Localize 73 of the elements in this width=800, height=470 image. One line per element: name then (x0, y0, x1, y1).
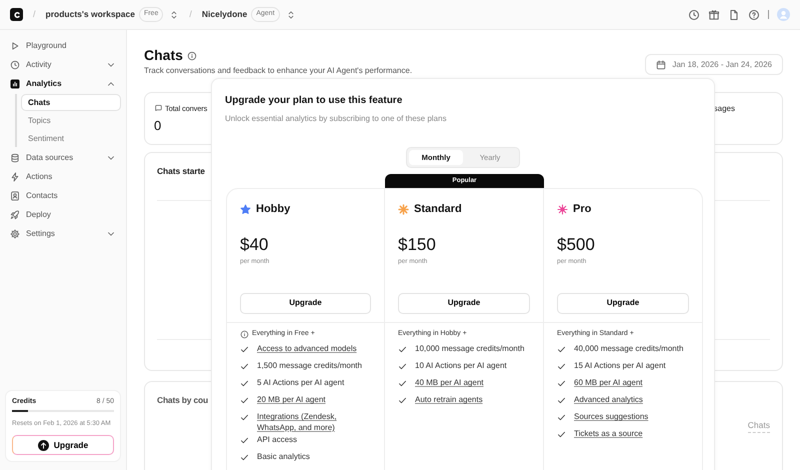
plan-name: Pro (573, 202, 592, 217)
upgrade-button[interactable]: Upgrade (398, 292, 530, 314)
feature-link[interactable]: Sources suggestions (574, 412, 648, 423)
feature-text: 10,000 message credits/month (415, 344, 524, 355)
panel-title: Chats by cou (157, 394, 208, 407)
sidebar-subitem[interactable]: Chats (21, 94, 121, 111)
breadcrumb-separator: / (189, 8, 192, 21)
rocket-icon (10, 210, 20, 220)
upgrade-button[interactable]: Upgrade (557, 292, 689, 314)
stat-value: 0 (154, 117, 162, 136)
sidebar-item[interactable]: Data sources (5, 148, 121, 167)
panel-title: Chats starte (157, 165, 205, 178)
document-icon[interactable] (728, 8, 740, 20)
feature-link[interactable]: 60 MB per AI agent (574, 378, 642, 389)
dialog-subtitle: Unlock essential analytics by subscribing to one of these plans (225, 113, 448, 125)
sidebar-item[interactable]: Activity (5, 55, 121, 74)
feature-link[interactable]: Integrations (Zendesk, WhatsApp, and more) (257, 412, 371, 434)
sidebar-item[interactable]: Analytics (5, 74, 121, 93)
arrow-up-icon (38, 440, 49, 450)
legend-label: Chats (748, 419, 770, 433)
chevron-updown-icon (169, 10, 180, 20)
sidebar-item[interactable]: Settings (5, 224, 121, 243)
history-icon (10, 60, 20, 70)
feature-link[interactable]: 20 MB per AI agent (257, 395, 326, 406)
dialog-title: Upgrade your plan to use this feature (225, 94, 404, 108)
sidebar-item[interactable]: Actions (5, 167, 121, 186)
upgrade-button[interactable]: Upgrade (12, 435, 114, 455)
feature-text: API access (257, 435, 298, 446)
date-range-picker[interactable]: Jan 18, 2026 - Jan 24, 2026 (645, 54, 783, 75)
play-icon (10, 40, 20, 50)
sidebar-subitem[interactable]: Sentiment (21, 130, 121, 147)
page-title: Chats (144, 48, 183, 64)
page-subtitle: Track conversations and feedback to enhance your AI Agent's performance. (144, 67, 412, 76)
sidebar-item[interactable]: Deploy (5, 205, 121, 224)
logo-icon[interactable] (10, 8, 23, 21)
sidebar-subitem[interactable]: Topics (21, 112, 121, 129)
plan-price: $40 (240, 236, 270, 254)
feature-text: 1,500 message credits/month (257, 361, 362, 372)
contact-icon (10, 190, 20, 200)
plan-name: Hobby (256, 202, 290, 217)
sidebar-item[interactable]: Playground (5, 36, 121, 55)
breadcrumb-separator: / (33, 8, 36, 21)
feature-link[interactable]: Tickets as a source (574, 429, 643, 440)
plan-name: Standard (414, 202, 462, 217)
feature-text: 15 AI Actions per AI agent (574, 361, 666, 372)
avatar-icon (777, 8, 790, 21)
feature-text: 10 AI Actions per AI agent (415, 361, 507, 372)
gift-icon[interactable] (708, 8, 720, 20)
bar-chart-icon (10, 78, 20, 88)
feature-link[interactable]: Advanced analytics (574, 395, 643, 406)
plan-price: $150 (398, 236, 437, 254)
feature-link[interactable]: 40 MB per AI agent (415, 378, 484, 389)
feature-text: 40,000 message credits/month (574, 344, 684, 355)
help-icon[interactable] (748, 8, 760, 20)
c-letter-icon (12, 10, 22, 20)
workspace-name[interactable]: Nicelydone (202, 8, 248, 21)
calendar-icon (656, 60, 666, 70)
upgrade-button[interactable]: Upgrade (240, 292, 371, 314)
chat-bubble-icon (154, 104, 163, 114)
gear-icon (10, 228, 20, 238)
info-icon (186, 50, 197, 61)
feature-link[interactable]: Access to advanced models (257, 344, 357, 355)
sidebar-item[interactable]: Contacts (5, 186, 121, 205)
history-icon[interactable] (688, 8, 700, 20)
plan-price: $500 (557, 236, 596, 254)
database-icon (10, 152, 20, 162)
info-icon (240, 330, 249, 339)
workspace-name[interactable]: products's workspace (46, 8, 135, 21)
lightning-icon (10, 172, 20, 182)
feature-text: 5 AI Actions per AI agent (257, 378, 344, 389)
feature-text: Basic analytics (257, 452, 310, 463)
feature-link[interactable]: Auto retrain agents (415, 395, 483, 406)
chevron-updown-icon (286, 10, 296, 20)
